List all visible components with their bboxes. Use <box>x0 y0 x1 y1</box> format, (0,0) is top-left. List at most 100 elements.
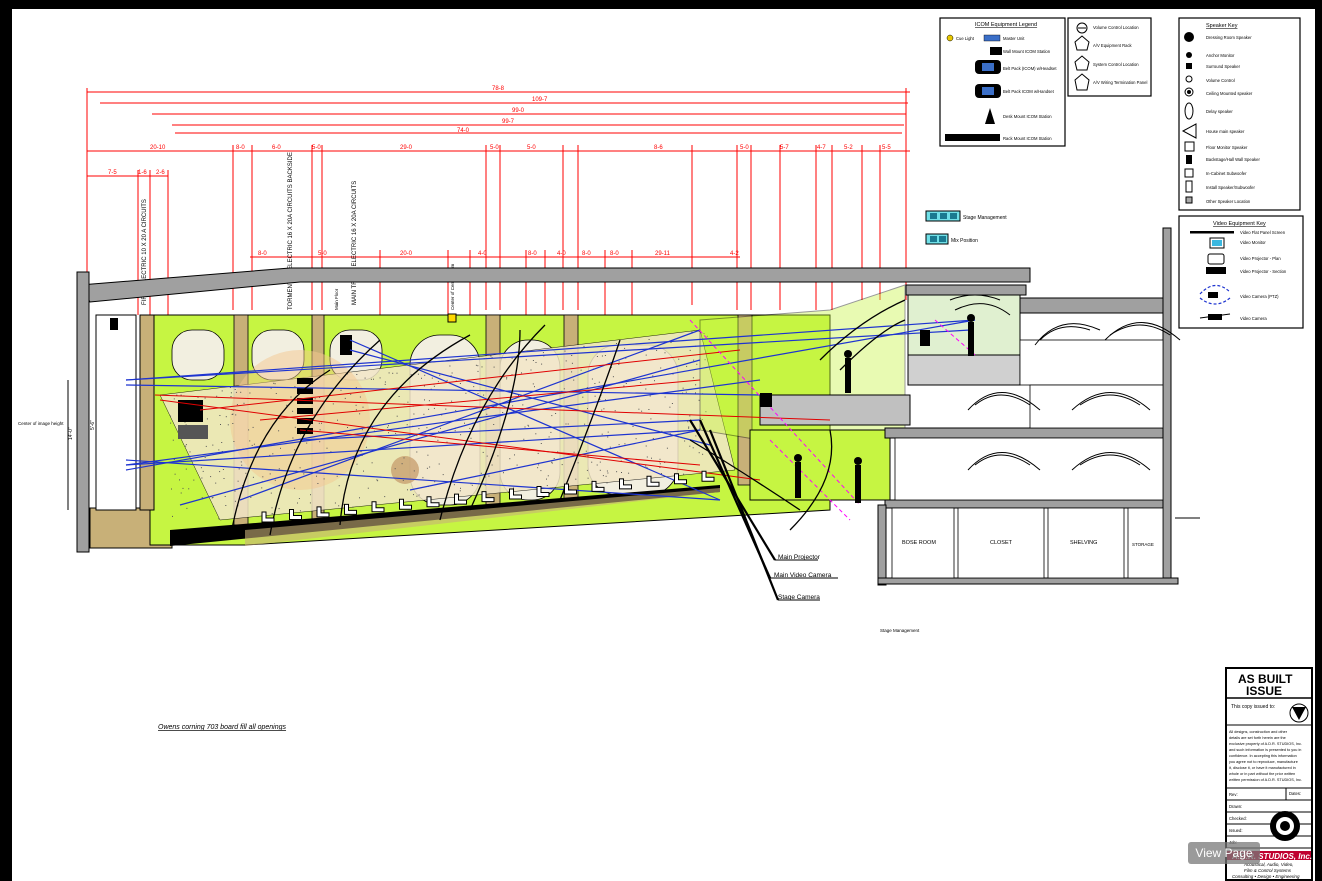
speaker-key-title: Speaker Key <box>1206 23 1238 29</box>
icom-item-1: Master Unit <box>1003 36 1025 41</box>
stage-key-1: Mix Position <box>951 238 978 244</box>
icom-item-3: Belt Pack (ICOM) w/Headset <box>1003 66 1057 71</box>
dim-r3-5: 4-0 <box>557 251 566 257</box>
legal-line: All designs, construction and other <box>1229 730 1288 734</box>
callout-stage-camera: Stage Camera <box>778 594 820 601</box>
icom-item-4: Belt Pack ICOM w/Handset <box>1003 89 1055 94</box>
legend-icom: ICOM Equipment Legend Cue Light Master U… <box>939 17 1066 147</box>
legend-video: Video Equipment Key Video Flat Panel Scr… <box>1178 215 1304 329</box>
legend-speaker: Speaker Key Dressing Room Speaker Anchor… <box>1178 17 1301 211</box>
speaker-item-1: Anchor Monitor <box>1206 53 1235 58</box>
title-dates-field: Dates: <box>1289 791 1301 796</box>
stage-mgmt-center: Stage Management <box>880 628 920 633</box>
dim-top-1: 109-7 <box>532 97 548 103</box>
room-shelving: SHELVING <box>1070 540 1097 546</box>
control-item-3: A/V Wiring Termination Panel <box>1093 80 1147 85</box>
speaker-item-8: Backstage/Hall Wall Speaker <box>1206 157 1260 162</box>
dim-r1-1: 8-0 <box>236 145 245 151</box>
company-gear-icon <box>1270 811 1300 841</box>
view-page-button[interactable]: View Page <box>1188 842 1260 864</box>
dim-top-3: 99-7 <box>502 119 515 125</box>
company-seal-icon <box>1289 703 1309 723</box>
dim-top-4: 74-0 <box>457 128 470 134</box>
dim-r3-0: 8-0 <box>258 251 267 257</box>
dim-r3-2: 20-0 <box>400 251 413 257</box>
booth-roof <box>905 284 1027 296</box>
dim-r2-0: 7-5 <box>108 170 117 176</box>
icom-legend-title: ICOM Equipment Legend <box>975 22 1037 28</box>
speaker-item-11: Other Speaker Location <box>1206 199 1251 204</box>
dim-r1-8: 5-0 <box>740 145 749 151</box>
drawing-sheet: 78-8 109-7 99-0 99-7 74-0 20-10 8-0 6-0 … <box>0 0 1322 881</box>
right-wall <box>1162 227 1172 584</box>
title-tagline-2: Film & Control Systems <box>1244 868 1292 873</box>
title-tagline-3: Consulting • Design • Engineering <box>1232 874 1300 879</box>
speaker-item-5: Delay speaker <box>1206 109 1233 114</box>
left-pillar <box>139 314 155 511</box>
dim-r1-6: 5-0 <box>527 145 536 151</box>
dim-r2-2: 2-6 <box>156 170 165 176</box>
control-item-1: A/V Equipment Rack <box>1093 43 1133 48</box>
left-speaker <box>110 318 118 330</box>
truss-speaker <box>340 335 352 355</box>
legal-line: you agree not to reproduce, manufacture <box>1229 760 1298 764</box>
video-item-1: Video Monitor <box>1240 240 1266 245</box>
dim-r1-2: 6-0 <box>272 145 281 151</box>
right-roof <box>1019 297 1171 314</box>
foundation <box>877 577 1179 585</box>
mid-slab <box>884 427 1164 439</box>
dim-r1-5: 5-0 <box>490 145 499 151</box>
icom-item-5: Desk Mount ICOM Station <box>1003 114 1052 119</box>
dim-r1-4: 29-0 <box>400 145 413 151</box>
cue-light <box>447 313 457 323</box>
room-bose: BOSE ROOM <box>902 540 936 546</box>
speaker-item-3: Volume Control <box>1206 78 1235 83</box>
vert-label-2: MAIN TRUSS ELECTRIC 16 X 20A CIRCUITS <box>352 181 358 305</box>
dim-r1-9: 5-7 <box>780 145 789 151</box>
title-field-label: Drawn: <box>1229 804 1242 809</box>
lower-left-wall <box>877 504 887 586</box>
title-issue: ISSUE <box>1246 684 1282 698</box>
dim-r3-9: 4-2 <box>730 251 739 257</box>
title-field-label: Checked: <box>1229 816 1247 821</box>
video-key-title: Video Equipment Key <box>1213 221 1266 227</box>
dim-r1-12: 5-5 <box>882 145 891 151</box>
control-item-2: System Control Location <box>1093 62 1139 67</box>
dim-r1-10: 4-7 <box>817 145 826 151</box>
stage-key-0: Stage Management <box>963 215 1007 221</box>
title-field-label: Rev: <box>1229 792 1238 797</box>
legal-line: and such information is presented to you… <box>1229 748 1301 752</box>
dim-r3-4: 8-0 <box>528 251 537 257</box>
left-rig <box>95 314 137 511</box>
dim-r1-11: 5-2 <box>844 145 853 151</box>
dim-r1-7: 8-6 <box>654 145 663 151</box>
center-image-label: Center of image height <box>18 421 64 426</box>
left-wall <box>76 271 90 553</box>
video-item-0: Video Flat Panel Screen <box>1240 230 1286 235</box>
speaker-item-0: Dressing Room Speaker <box>1206 35 1252 40</box>
speaker-item-4: Ceiling Mounted speaker <box>1206 91 1253 96</box>
legal-line: exclusive property of A.D.R. STUDIOS, In… <box>1229 742 1302 746</box>
callout-main-projector: Main Projector <box>778 554 821 561</box>
dim-r1-3: 5-0 <box>312 145 321 151</box>
legal-line: whole or in part without the prior writt… <box>1229 772 1295 776</box>
legal-line: confidence. In accepting this informatio… <box>1229 754 1297 758</box>
icom-item-2: Wall Mount ICOM Station <box>1003 49 1051 54</box>
booth-floor <box>907 354 1021 386</box>
dim-r3-6: 8-0 <box>582 251 591 257</box>
lower-slab <box>884 499 1164 509</box>
speaker-item-10: Install Speaker/Subwoofer <box>1206 185 1255 190</box>
speaker-item-2: Surround Speaker <box>1206 64 1241 69</box>
legal-line: details are set forth herein are the <box>1229 736 1286 740</box>
dim-left2-label: 5'-6" <box>90 420 96 430</box>
title-issued-to: This copy issued to: <box>1231 704 1275 710</box>
video-item-5: Video Camera <box>1240 316 1267 321</box>
speaker-item-6: House main speaker <box>1206 129 1245 134</box>
callout-main-video-camera: Main Video Camera <box>774 572 832 579</box>
dim-top-2: 99-0 <box>512 108 525 114</box>
room-closet: CLOSET <box>990 540 1013 546</box>
dim-r1-0: 20-10 <box>150 145 166 151</box>
dim-r2-1: 1-6 <box>138 170 147 176</box>
title-field-label: Issued: <box>1229 828 1243 833</box>
dim-top-0: 78-8 <box>492 86 505 92</box>
